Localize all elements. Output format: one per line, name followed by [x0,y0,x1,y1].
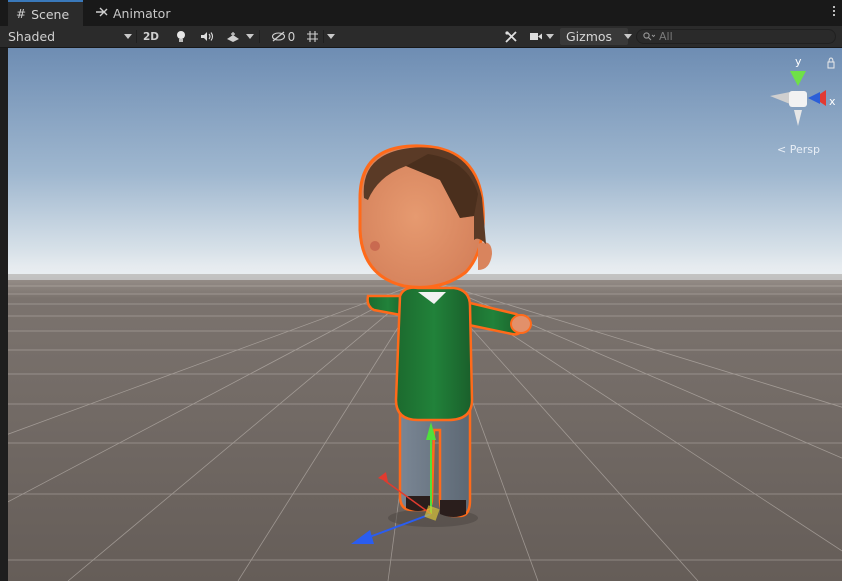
effects-icon [227,31,239,42]
tab-bar: # Scene Animator [0,0,842,26]
scene-viewport[interactable]: y x < Persp [8,48,842,581]
audio-toggle-button[interactable] [198,28,216,45]
scene-window: # Scene Animator Shaded 2D 0 Gizmos All … [0,0,842,581]
toggle-2d-label: 2D [142,30,160,43]
projection-toggle[interactable]: < Persp [777,143,820,156]
grid-snap-icon [306,31,318,42]
search-icon [643,32,655,41]
lightbulb-icon [177,31,185,42]
tab-scene-label: Scene [31,6,70,22]
persp-icon: < [777,143,787,156]
tab-scene[interactable]: # Scene [8,0,84,26]
grid-icon: # [16,7,27,21]
projection-label: Persp [789,143,820,156]
chevron-down-icon [624,34,633,39]
effects-toggle-button[interactable] [224,28,242,45]
more-options-icon[interactable] [833,6,836,16]
tools-icon [505,30,517,43]
grid-toggle-button[interactable] [304,28,320,45]
search-placeholder: All [659,30,673,43]
animator-icon [95,6,108,20]
tools-button[interactable] [502,28,520,45]
eye-slash-icon [271,31,285,42]
scene-render: y x [8,48,842,581]
gizmo-y-label: y [795,55,802,68]
gizmos-dropdown[interactable]: Gizmos [560,28,633,45]
gizmo-center-cube[interactable] [789,91,807,107]
toggle-2d-button[interactable]: 2D [140,28,162,45]
lighting-toggle-button[interactable] [173,28,189,45]
chevron-down-icon [327,34,335,39]
grid-dropdown[interactable] [325,28,337,45]
toolbar-divider [323,30,324,43]
scene-toolbar: Shaded 2D 0 Gizmos All [0,26,842,48]
effects-dropdown[interactable] [244,28,256,45]
chevron-down-icon [546,34,554,39]
shading-mode-dropdown[interactable]: Shaded [8,28,132,45]
camera-icon [530,33,542,40]
camera-dropdown[interactable] [528,28,556,45]
tab-animator[interactable]: Animator [95,0,170,26]
gizmo-x-label: x [829,95,836,108]
tab-animator-label: Animator [113,5,171,21]
hidden-count: 0 [287,29,296,44]
chevron-down-icon [124,34,132,39]
hidden-objects-button[interactable]: 0 [268,28,298,45]
hierarchy-search-field[interactable]: All [636,29,836,44]
shading-mode-label: Shaded [8,29,56,44]
speaker-icon [201,32,214,41]
toolbar-divider [259,30,260,43]
gizmos-label: Gizmos [566,29,613,44]
toolbar-divider [136,30,137,43]
chevron-down-icon [246,34,254,39]
